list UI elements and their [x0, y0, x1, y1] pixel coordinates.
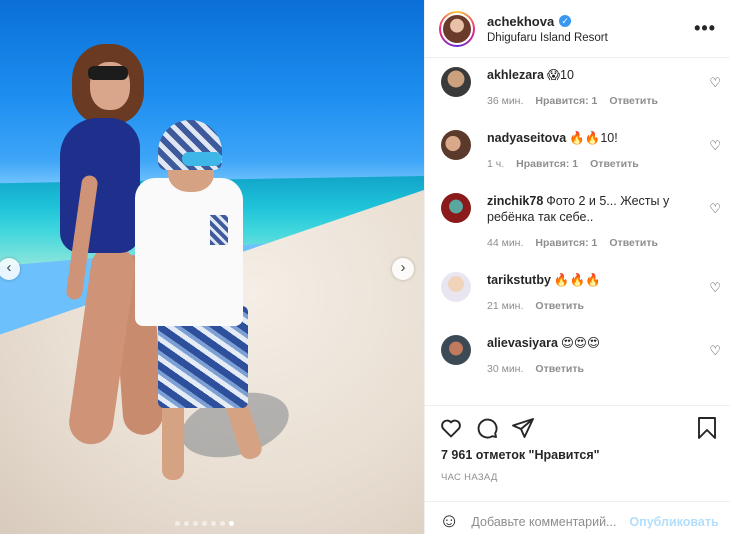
post-actions: 7 961 отметок "Нравится" ЧАС НАЗАД ☺ Опу…	[425, 405, 730, 534]
heart-icon[interactable]	[439, 416, 463, 440]
comment-time[interactable]: 44 мин.	[487, 235, 523, 251]
comment-text: 😍😍😍	[560, 336, 600, 350]
comment-time[interactable]: 36 мин.	[487, 93, 523, 109]
comment-text: 🔥🔥🔥	[553, 273, 601, 287]
comment-text: 🔥🔥10!	[569, 131, 618, 145]
chevron-right-icon[interactable]: ›	[392, 258, 414, 280]
comment-time[interactable]: 30 мин.	[487, 361, 523, 377]
chevron-left-icon[interactable]: ‹	[0, 258, 20, 280]
smiley-icon[interactable]: ☺	[439, 510, 459, 533]
comment-item: zinchik78 Фото 2 и 5... Жесты у ребёнка т…	[441, 193, 721, 251]
post-sidebar: achekhova ✓ Dhigufaru Island Resort ••• …	[424, 0, 730, 534]
post-location[interactable]: Dhigufaru Island Resort	[487, 32, 608, 44]
comment-username[interactable]: akhlezara	[487, 68, 544, 82]
action-icons	[439, 416, 719, 444]
comment-item: tarikstutby 🔥🔥🔥 21 мин. Ответить ♡	[441, 272, 721, 314]
reply-button[interactable]: Ответить	[609, 235, 658, 251]
comment-item: alievasiyara 😍😍😍 30 мин. Ответить ♡	[441, 335, 721, 377]
reply-button[interactable]: Ответить	[535, 298, 584, 314]
comment-username[interactable]: nadyaseitova	[487, 131, 566, 145]
avatar[interactable]	[441, 130, 471, 160]
comment-text: 😱10	[546, 68, 574, 82]
comment-likes[interactable]: Нравится: 1	[535, 93, 597, 109]
send-icon[interactable]	[511, 416, 535, 440]
more-options-icon[interactable]: •••	[694, 18, 716, 39]
add-comment-form: ☺ Опубликовать	[425, 501, 730, 534]
boy-pocket	[210, 215, 228, 245]
carousel-dot	[175, 521, 180, 526]
carousel-dot	[211, 521, 216, 526]
comment-likes[interactable]: Нравится: 1	[535, 235, 597, 251]
comment-username[interactable]: zinchik78	[487, 194, 543, 208]
comment-username[interactable]: tarikstutby	[487, 273, 551, 287]
boy-leg	[162, 400, 184, 480]
comment-username[interactable]: alievasiyara	[487, 336, 558, 350]
carousel-dots	[175, 521, 234, 526]
carousel-dot	[193, 521, 198, 526]
comment-time[interactable]: 21 мин.	[487, 298, 523, 314]
publish-button[interactable]: Опубликовать	[629, 515, 718, 529]
comment-heart-icon[interactable]: ♡	[709, 201, 721, 217]
comment-item: akhlezara 😱10 36 мин. Нравится: 1 Ответит…	[441, 67, 721, 109]
carousel-dot	[202, 521, 207, 526]
carousel-dot	[184, 521, 189, 526]
carousel-dot	[220, 521, 225, 526]
comment-time[interactable]: 1 ч.	[487, 156, 504, 172]
carousel-dot	[229, 521, 234, 526]
comment-heart-icon[interactable]: ♡	[709, 280, 721, 296]
comment-heart-icon[interactable]: ♡	[709, 343, 721, 359]
avatar[interactable]	[441, 335, 471, 365]
avatar[interactable]	[441, 67, 471, 97]
reply-button[interactable]: Ответить	[590, 156, 639, 172]
comments-list[interactable]: akhlezara 😱10 36 мин. Нравится: 1 Ответит…	[425, 59, 730, 405]
comment-input[interactable]	[471, 514, 622, 529]
comment-item: nadyaseitova 🔥🔥10! 1 ч. Нравится: 1 Ответ…	[441, 130, 721, 172]
comment-likes[interactable]: Нравится: 1	[516, 156, 578, 172]
avatar[interactable]	[439, 10, 475, 47]
post-time[interactable]: ЧАС НАЗАД	[441, 472, 498, 483]
woman-swimsuit	[60, 118, 140, 253]
comment-icon[interactable]	[475, 416, 499, 440]
boy-sunglasses	[182, 152, 222, 166]
reply-button[interactable]: Ответить	[609, 93, 658, 109]
avatar[interactable]	[441, 193, 471, 223]
post-username[interactable]: achekhova	[487, 14, 554, 29]
comment-heart-icon[interactable]: ♡	[709, 75, 721, 91]
bookmark-icon[interactable]	[695, 416, 719, 440]
likes-count[interactable]: 7 961 отметок "Нравится"	[441, 448, 600, 462]
post-header: achekhova ✓ Dhigufaru Island Resort •••	[425, 0, 730, 58]
post-photo[interactable]: ‹ ›	[0, 0, 424, 534]
comment-heart-icon[interactable]: ♡	[709, 138, 721, 154]
verified-badge-icon: ✓	[559, 15, 572, 27]
avatar[interactable]	[441, 272, 471, 302]
boy-shirt	[135, 178, 243, 326]
reply-button[interactable]: Ответить	[535, 361, 584, 377]
woman-sunglasses	[88, 66, 128, 80]
